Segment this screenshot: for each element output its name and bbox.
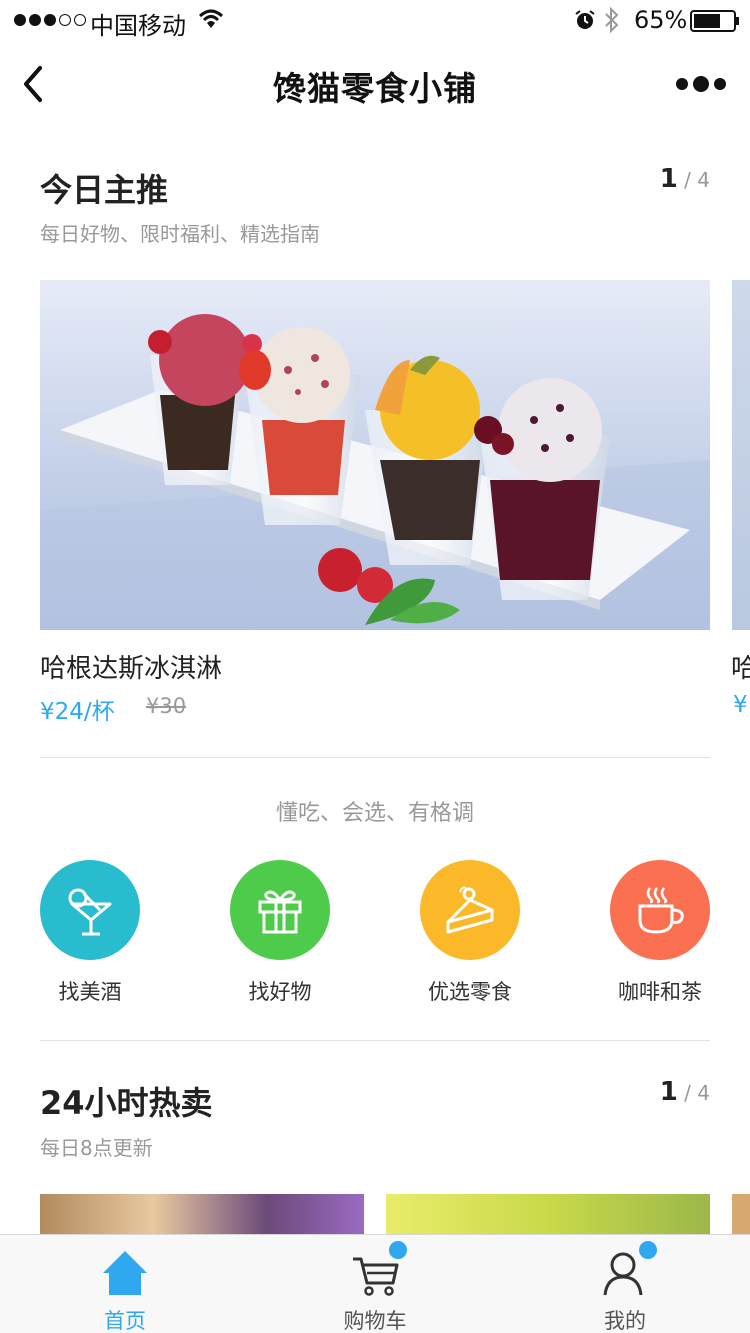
product-name[interactable]: 哈根达斯冰淇淋 xyxy=(40,648,222,685)
nav-bar: 馋猫零食小铺 xyxy=(0,40,750,128)
category-snacks[interactable]: 优选零食 xyxy=(400,860,540,1006)
pager-separator: / xyxy=(684,168,691,192)
battery-percentage: 65% xyxy=(634,6,688,34)
page-title: 馋猫零食小铺 xyxy=(273,69,477,108)
cart-badge xyxy=(389,1241,407,1259)
home-icon xyxy=(103,1251,147,1295)
pager-separator: / xyxy=(684,1081,691,1105)
hot-product-image[interactable] xyxy=(40,1194,364,1234)
status-bar: 中国移动 65% xyxy=(0,0,750,40)
hot-section-subtitle: 每日8点更新 xyxy=(40,1136,153,1160)
tab-bar: 首页 购物车 我的 xyxy=(0,1234,750,1333)
featured-section-subtitle: 每日好物、限时福利、精选指南 xyxy=(40,222,320,246)
battery-icon xyxy=(690,10,739,32)
alarm-icon xyxy=(575,10,595,29)
next-product-image[interactable] xyxy=(732,280,750,630)
tab-cart[interactable]: 购物车 xyxy=(250,1235,500,1333)
featured-section-title: 今日主推 xyxy=(40,171,169,209)
category-goods[interactable]: 找好物 xyxy=(210,860,350,1006)
category-wine[interactable]: 找美酒 xyxy=(20,860,160,1006)
cocktail-icon xyxy=(40,860,140,960)
pager-total: 4 xyxy=(697,1081,710,1105)
more-icon[interactable] xyxy=(676,76,726,92)
carrier-label: 中国移动 xyxy=(90,12,186,40)
tagline: 懂吃、会选、有格调 xyxy=(275,801,474,826)
product-original-price: ¥30 xyxy=(146,694,187,718)
coffee-icon xyxy=(610,860,710,960)
pager-current: 1 xyxy=(659,1077,678,1107)
hot-pager: 1 / 4 xyxy=(660,1077,710,1107)
product-price: ¥24/杯 xyxy=(40,699,115,725)
product-image[interactable] xyxy=(40,280,710,630)
hot-product-image[interactable] xyxy=(386,1194,710,1234)
category-coffee-tea[interactable]: 咖啡和茶 xyxy=(590,860,730,1006)
profile-badge xyxy=(639,1241,657,1259)
pager-total: 4 xyxy=(697,168,710,192)
next-product-name[interactable]: 哈 xyxy=(731,648,750,685)
tab-home[interactable]: 首页 xyxy=(0,1235,250,1333)
divider xyxy=(40,1040,710,1041)
bluetooth-icon xyxy=(605,6,619,34)
divider xyxy=(40,757,710,758)
signal-strength-icon xyxy=(14,14,86,26)
featured-pager: 1 / 4 xyxy=(660,164,710,194)
cake-icon xyxy=(420,860,520,960)
wifi-icon xyxy=(198,9,224,28)
category-row: 找美酒 找好物 优选零食 咖啡和茶 xyxy=(40,860,710,1010)
hot-section-title: 24小时热卖 xyxy=(40,1084,213,1122)
hot-product-image[interactable] xyxy=(732,1194,750,1234)
gift-icon xyxy=(230,860,330,960)
pager-current: 1 xyxy=(659,164,678,194)
tab-profile[interactable]: 我的 xyxy=(500,1235,750,1333)
next-product-price: ¥ xyxy=(733,692,748,718)
